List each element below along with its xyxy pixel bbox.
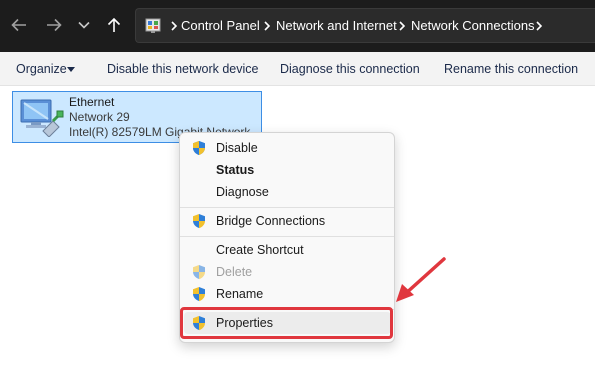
red-arrow-annotation bbox=[396, 257, 446, 302]
diagnose-connection-button[interactable]: Diagnose this connection bbox=[280, 62, 420, 76]
highlight-box-annotation bbox=[180, 307, 393, 339]
menu-item-delete: Delete bbox=[184, 261, 391, 283]
control-panel-icon bbox=[145, 18, 161, 33]
shield-icon bbox=[193, 287, 205, 302]
organize-button[interactable]: Organize bbox=[16, 62, 67, 76]
breadcrumb-control-panel[interactable]: Control Panel bbox=[181, 18, 260, 33]
menu-label: Rename bbox=[216, 287, 264, 301]
up-button[interactable] bbox=[103, 14, 125, 36]
connection-network: Network 29 bbox=[69, 110, 130, 124]
address-path[interactable]: Control Panel Network and Internet Netwo… bbox=[135, 8, 595, 43]
connection-name: Ethernet bbox=[69, 95, 115, 109]
chevron-right-icon[interactable] bbox=[397, 20, 407, 32]
menu-item-diagnose[interactable]: Diagnose bbox=[184, 181, 391, 203]
menu-item-status[interactable]: Status bbox=[184, 159, 391, 181]
command-bar: Organize Disable this network device Dia… bbox=[0, 52, 595, 86]
address-bar: Control Panel Network and Internet Netwo… bbox=[0, 0, 595, 52]
disable-device-button[interactable]: Disable this network device bbox=[107, 62, 258, 76]
menu-item-create-shortcut[interactable]: Create Shortcut bbox=[184, 239, 391, 261]
shield-icon bbox=[193, 214, 205, 229]
recent-locations-button[interactable] bbox=[73, 14, 95, 36]
menu-label: Status bbox=[216, 163, 255, 177]
breadcrumb-network-and-internet[interactable]: Network and Internet bbox=[276, 18, 397, 33]
rename-connection-button[interactable]: Rename this connection bbox=[444, 62, 578, 76]
back-button[interactable] bbox=[8, 14, 30, 36]
menu-label: Create Shortcut bbox=[216, 243, 304, 257]
menu-item-disable[interactable]: Disable bbox=[184, 137, 391, 159]
arrow-right-icon bbox=[47, 18, 62, 32]
shield-icon bbox=[193, 141, 205, 155]
network-adapter-icon bbox=[20, 99, 64, 137]
forward-button[interactable] bbox=[43, 14, 65, 36]
menu-label: Diagnose bbox=[216, 185, 269, 199]
chevron-right-icon[interactable] bbox=[534, 20, 544, 32]
chevron-right-icon[interactable] bbox=[169, 20, 179, 32]
dropdown-arrow-icon[interactable] bbox=[67, 67, 75, 72]
arrow-left-icon bbox=[11, 18, 26, 32]
menu-separator bbox=[180, 207, 394, 208]
breadcrumb-network-connections[interactable]: Network Connections bbox=[411, 18, 535, 33]
menu-separator bbox=[180, 236, 394, 237]
chevron-right-icon[interactable] bbox=[262, 20, 272, 32]
chevron-down-icon bbox=[78, 21, 90, 29]
menu-item-rename[interactable]: Rename bbox=[184, 283, 391, 305]
menu-item-bridge-connections[interactable]: Bridge Connections bbox=[184, 210, 391, 232]
shield-icon bbox=[193, 265, 205, 280]
arrow-up-icon bbox=[107, 17, 121, 32]
menu-label: Disable bbox=[216, 141, 258, 155]
menu-label: Delete bbox=[216, 265, 253, 279]
menu-label: Bridge Connections bbox=[216, 214, 326, 228]
